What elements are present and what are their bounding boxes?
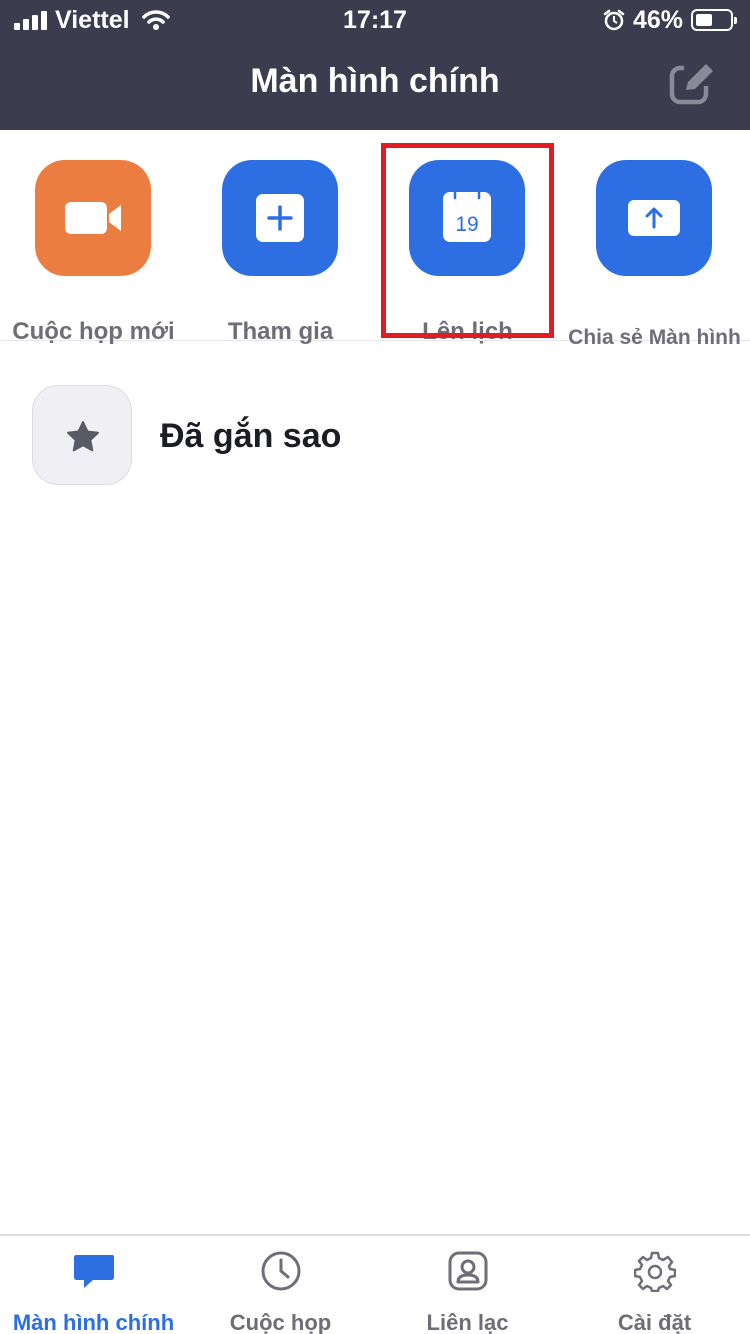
- tab-home[interactable]: Màn hình chính: [0, 1236, 187, 1334]
- starred-tile[interactable]: [32, 385, 132, 485]
- share-screen-icon: [628, 200, 680, 236]
- compose-icon[interactable]: [668, 62, 716, 106]
- star-icon: [67, 421, 99, 452]
- new-meeting-tile[interactable]: [35, 160, 151, 276]
- quick-actions: Cuộc họp mới Tham gia 19 Lên lịch Chia s…: [0, 130, 750, 349]
- tab-contacts-label: Liên lạc: [426, 1310, 509, 1334]
- join-label: Tham gia: [227, 318, 334, 345]
- tab-settings-label: Cài đặt: [617, 1310, 692, 1334]
- status-bar: Viettel 17:17 46%: [0, 0, 750, 40]
- tab-home-label: Màn hình chính: [12, 1310, 175, 1334]
- new-meeting-label: Cuộc họp mới: [12, 318, 175, 345]
- clock-icon: [261, 1251, 301, 1291]
- new-meeting-button[interactable]: Cuộc họp mới: [0, 160, 187, 345]
- join-tile[interactable]: [222, 160, 338, 276]
- tab-meetings[interactable]: Cuộc họp: [187, 1236, 374, 1334]
- share-screen-button[interactable]: Chia sẻ Màn hình: [561, 160, 748, 349]
- tab-bar: Màn hình chính Cuộc họp Liên lạc Cài đặt: [0, 1234, 750, 1334]
- contact-icon: [448, 1251, 488, 1291]
- join-button[interactable]: Tham gia: [187, 160, 374, 345]
- tab-settings[interactable]: Cài đặt: [561, 1236, 748, 1334]
- app-header: Viettel 17:17 46% Màn hình chính: [0, 0, 750, 130]
- battery-percent: 46%: [633, 6, 684, 34]
- share-screen-label: Chia sẻ Màn hình: [568, 326, 741, 349]
- tab-contacts[interactable]: Liên lạc: [374, 1236, 561, 1334]
- plus-icon: [256, 194, 304, 242]
- starred-label: Đã gắn sao: [160, 417, 342, 455]
- battery-icon: [691, 9, 737, 31]
- video-camera-icon: [65, 202, 121, 234]
- tab-meetings-label: Cuộc họp: [229, 1310, 332, 1334]
- schedule-highlight-box: [381, 143, 554, 338]
- share-screen-tile[interactable]: [596, 160, 712, 276]
- chat-bubble-icon: [74, 1255, 114, 1288]
- starred-row[interactable]: Đã gắn sao: [0, 385, 750, 487]
- gear-icon: [634, 1251, 676, 1292]
- page-title: Màn hình chính: [250, 62, 500, 100]
- alarm-icon: [603, 9, 625, 31]
